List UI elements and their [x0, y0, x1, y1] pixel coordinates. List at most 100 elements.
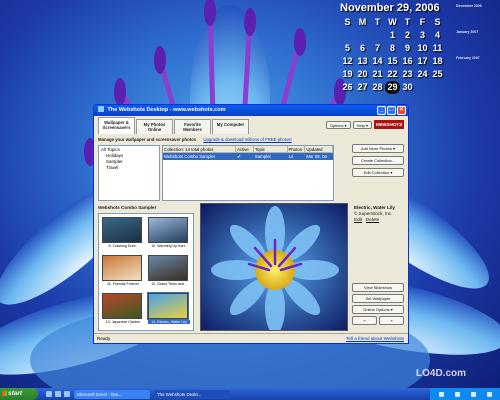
- close-button[interactable]: ×: [397, 106, 406, 115]
- tell-friend-link[interactable]: Tell a friend about Webshots: [346, 334, 404, 343]
- online-options-button[interactable]: Online Options ▾: [352, 305, 404, 314]
- collection-actions: Add More Photos ▾ Create Collection... E…: [352, 144, 404, 177]
- upgrade-link[interactable]: Upgrade & download millions of FREE phot…: [203, 137, 291, 142]
- calendar-day-header: S: [344, 17, 351, 27]
- thumbnail-image[interactable]: [147, 292, 189, 320]
- mini-calendars: December 2006 January 2007 February 2007: [456, 2, 498, 60]
- thumbnail-image[interactable]: [102, 293, 142, 319]
- calendar-day: 29: [385, 81, 400, 94]
- calendar-day-header: S: [434, 17, 441, 27]
- webshots-logo: WEBSHOTS: [374, 120, 404, 129]
- calendar-day: 27: [357, 82, 368, 92]
- thumbnail-image[interactable]: [102, 255, 142, 281]
- desktop-icon[interactable]: [64, 391, 70, 397]
- column-header[interactable]: Topic: [253, 146, 288, 153]
- table-cell: Webshots Combo Sampler: [164, 154, 216, 159]
- thumbnail-item[interactable]: 6. Crashing Door..: [102, 217, 144, 248]
- thumbnail-image[interactable]: [148, 217, 188, 243]
- tab-favorite-members[interactable]: Favorite Members: [174, 119, 211, 134]
- tab-wallpaper[interactable]: Wallpaper & Screensavers: [98, 117, 135, 134]
- calendar-day: 16: [402, 56, 413, 66]
- calendar-day: 14: [372, 56, 383, 66]
- topics-list: All Topics Holidays Sampler Travel: [98, 145, 160, 201]
- thumbnail-image[interactable]: [148, 255, 188, 281]
- manage-label: Manage your wallpaper and screensaver ph…: [98, 137, 197, 142]
- column-header[interactable]: Updated: [305, 146, 333, 153]
- thumbnail-item[interactable]: 11. Friendly Forever: [102, 255, 144, 286]
- thumbnail-item[interactable]: 10. Warming Up Kart..: [148, 217, 190, 248]
- column-header[interactable]: Active: [236, 146, 254, 153]
- view-slideshow-button[interactable]: View Slideshow: [352, 283, 404, 292]
- media-player-icon[interactable]: [55, 391, 61, 397]
- calendar-grid: S M T W T F S 1 2 3 4 5 6 7 8 9 10 11 12 13 14 15 16 17 18 19 20 21…: [340, 16, 450, 94]
- tray-icon[interactable]: [454, 391, 460, 397]
- calendar-day: 11: [432, 43, 443, 53]
- options-button[interactable]: Options ▾: [325, 120, 351, 129]
- create-collection-button[interactable]: Create Collection...: [352, 156, 404, 165]
- thumbnail-caption: 12. Grand Teton and ..: [151, 282, 187, 286]
- tab-my-photos[interactable]: My Photos Online: [136, 119, 173, 134]
- add-more-photos-button[interactable]: Add More Photos ▾: [352, 144, 404, 153]
- quick-launch: [46, 391, 70, 397]
- previous-photo-button[interactable]: «: [352, 316, 377, 325]
- column-header[interactable]: Photos: [287, 146, 306, 153]
- water-lily-preview-image: [201, 204, 347, 330]
- window-titlebar[interactable]: The Webshots Desktop - www.webshots.com …: [94, 105, 408, 116]
- calendar-day: 5: [344, 43, 350, 53]
- table-row[interactable]: Webshots Combo Sampler ✔ Sampler 14 Mar …: [163, 153, 333, 160]
- calendar-day: 26: [342, 82, 353, 92]
- calendar-day: [355, 29, 370, 42]
- calendar-day: 22: [387, 69, 398, 79]
- calendar-day: 17: [417, 56, 428, 66]
- calendar-day: 15: [387, 56, 398, 66]
- start-button[interactable]: start: [0, 388, 38, 400]
- photo-preview: [200, 203, 348, 331]
- thumbnail-item[interactable]: 14. Electric, Water Lily: [147, 292, 190, 324]
- calendar-day: 3: [419, 30, 425, 40]
- webshots-window: The Webshots Desktop - www.webshots.com …: [93, 104, 409, 344]
- calendar-day: 28: [372, 82, 383, 92]
- thumbnail-item[interactable]: 13. Japanese Garden: [102, 293, 144, 324]
- thumbnail-caption: 13. Japanese Garden: [105, 320, 141, 324]
- photo-actions: View Slideshow Set Wallpaper Online Opti…: [352, 283, 404, 325]
- column-header[interactable]: Collection: 14 total photos: [163, 146, 237, 153]
- tray-icon[interactable]: [438, 391, 444, 397]
- calendar-day: [415, 81, 430, 94]
- calendar-day: 1: [389, 30, 395, 40]
- calendar-day: 24: [417, 69, 428, 79]
- edit-link[interactable]: Edit: [354, 217, 362, 222]
- tray-icon[interactable]: [486, 391, 492, 397]
- calendar-day: 25: [432, 69, 443, 79]
- calendar-day: [340, 29, 355, 42]
- mini-calendar-title: February 2007: [456, 56, 480, 60]
- tab-my-computer[interactable]: My Computer: [212, 119, 249, 134]
- calendar-day: [370, 29, 385, 42]
- calendar-day-header: T: [404, 17, 411, 27]
- active-checkbox[interactable]: ✔: [236, 153, 254, 160]
- calendar-day: [430, 81, 445, 94]
- thumbnail-grid: 6. Crashing Door.. 10. Warming Up Kart.. 1…: [98, 213, 194, 331]
- set-wallpaper-button[interactable]: Set Wallpaper: [352, 294, 404, 303]
- minimize-button[interactable]: _: [377, 106, 386, 115]
- thumbnail-image[interactable]: [102, 217, 142, 243]
- browser-icon[interactable]: [46, 391, 52, 397]
- topic-item[interactable]: Travel: [101, 165, 157, 171]
- calendar-day-header: W: [388, 17, 397, 27]
- thumbnail-item[interactable]: 12. Grand Teton and ..: [148, 255, 190, 286]
- edit-collection-button[interactable]: Edit Collection ▾: [352, 168, 404, 177]
- tray-icon[interactable]: [470, 391, 476, 397]
- system-tray: [430, 388, 500, 400]
- delete-link[interactable]: Delete: [366, 217, 379, 222]
- thumbnail-caption: 10. Warming Up Kart..: [151, 244, 187, 248]
- maximize-button[interactable]: □: [387, 106, 396, 115]
- calendar-day: 20: [357, 69, 368, 79]
- help-button[interactable]: Help ▾: [352, 120, 372, 129]
- thumbnail-caption: 14. Electric, Water Lily: [148, 320, 190, 324]
- taskbar-item[interactable]: Microsoft Excel - Gra...: [74, 389, 150, 399]
- calendar-day: 30: [402, 82, 413, 92]
- next-photo-button[interactable]: »: [379, 316, 404, 325]
- app-icon: [98, 106, 104, 112]
- calendar-day: 18: [432, 56, 443, 66]
- calendar-day: 6: [359, 43, 365, 53]
- taskbar-item[interactable]: The Webshots Deskt...: [154, 389, 230, 399]
